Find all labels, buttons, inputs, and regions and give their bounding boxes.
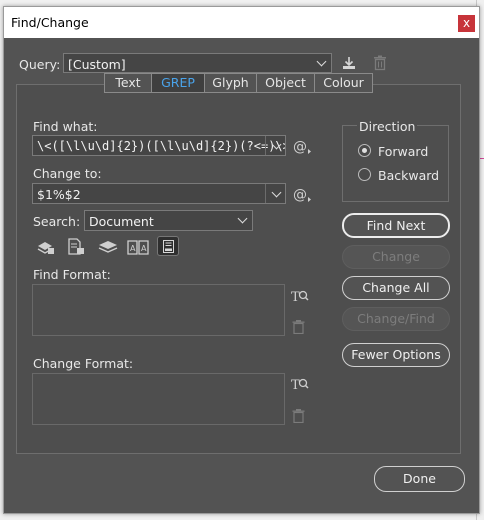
forward-radio[interactable]: [358, 144, 371, 157]
svg-text:A: A: [130, 244, 136, 253]
svg-text:A: A: [141, 244, 147, 253]
window-title: Find/Change: [11, 15, 89, 30]
direction-label: Direction: [357, 119, 418, 134]
backward-radio[interactable]: [358, 168, 371, 181]
find-what-value: \<([\l\u\d]{2})([\l\u\d]{2})(?<=)\>: [37, 139, 286, 153]
clear-find-format-icon[interactable]: [292, 320, 305, 334]
query-label: Query:: [19, 57, 61, 72]
find-format-box[interactable]: [32, 284, 285, 336]
tab-glyph[interactable]: Glyph: [205, 74, 257, 92]
close-button[interactable]: x: [458, 15, 475, 32]
find-format-label: Find Format:: [33, 267, 111, 282]
tab-text[interactable]: Text: [105, 74, 152, 92]
chevron-down-icon: [271, 139, 282, 150]
special-characters-find-icon[interactable]: @: [293, 137, 313, 155]
find-what-input[interactable]: \<([\l\u\d]{2})([\l\u\d]{2})(?<=)\>: [32, 135, 286, 156]
footnote-icon: [163, 240, 174, 253]
find-what-label: Find what:: [33, 119, 98, 134]
special-characters-change-icon[interactable]: @: [293, 185, 313, 203]
change-button[interactable]: Change: [342, 245, 450, 269]
change-to-value: $1%$2: [37, 187, 81, 202]
query-value: [Custom]: [68, 57, 126, 72]
change-to-label: Change to:: [33, 166, 102, 181]
include-master-pages-icon[interactable]: A A: [127, 239, 149, 255]
svg-text:@: @: [293, 187, 307, 203]
include-locked-stories-icon[interactable]: [67, 238, 85, 255]
backward-label[interactable]: Backward: [378, 168, 439, 183]
include-locked-layers-icon[interactable]: [36, 239, 56, 255]
direction-group: [342, 125, 449, 202]
tab-bar: Text GREP Glyph Object Colour: [104, 73, 373, 93]
chevron-down-icon: [316, 56, 327, 67]
chevron-down-icon: [271, 187, 282, 198]
trash-icon[interactable]: [373, 55, 387, 71]
forward-label[interactable]: Forward: [378, 144, 428, 159]
include-footnotes-toggle[interactable]: [157, 236, 179, 256]
change-to-input[interactable]: $1%$2: [32, 183, 286, 204]
search-scope-select[interactable]: Document: [84, 210, 253, 231]
change-find-button[interactable]: Change/Find: [342, 307, 450, 331]
change-format-box[interactable]: [32, 373, 285, 425]
done-button[interactable]: Done: [374, 466, 465, 492]
fewer-options-button[interactable]: Fewer Options: [342, 343, 450, 367]
search-scope-value: Document: [89, 214, 154, 229]
svg-text:T: T: [291, 290, 300, 304]
tab-grep[interactable]: GREP: [152, 74, 205, 92]
svg-text:T: T: [291, 378, 300, 392]
include-hidden-layers-icon[interactable]: [98, 239, 118, 255]
query-select[interactable]: [Custom]: [63, 53, 332, 73]
tab-colour[interactable]: Colour: [315, 74, 372, 92]
find-what-dropdown[interactable]: [265, 136, 285, 155]
svg-text:@: @: [293, 139, 307, 155]
chevron-down-icon: [237, 213, 248, 224]
specify-find-format-icon[interactable]: T: [291, 288, 309, 304]
change-to-dropdown[interactable]: [265, 184, 285, 203]
specify-change-format-icon[interactable]: T: [291, 376, 309, 392]
save-query-icon[interactable]: [341, 55, 357, 71]
find-next-button[interactable]: Find Next: [342, 213, 450, 238]
search-label: Search:: [33, 214, 81, 229]
clear-change-format-icon[interactable]: [292, 409, 305, 423]
title-bar: Find/Change x: [4, 7, 479, 38]
change-format-label: Change Format:: [33, 356, 134, 371]
tab-object[interactable]: Object: [257, 74, 315, 92]
change-all-button[interactable]: Change All: [342, 276, 450, 300]
